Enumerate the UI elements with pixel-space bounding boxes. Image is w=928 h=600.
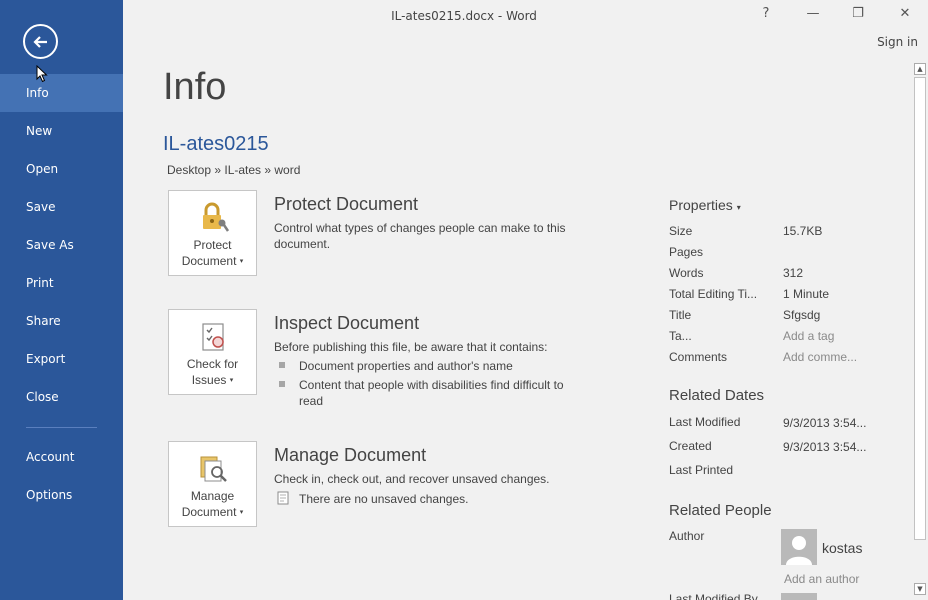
- prop-val-editing-time: 1 Minute: [783, 287, 830, 301]
- minimize-button[interactable]: —: [801, 6, 825, 21]
- protect-document-button[interactable]: Protect Document ▾: [168, 190, 257, 276]
- manage-title: Manage Document: [274, 445, 427, 465]
- back-arrow-icon: [32, 35, 47, 48]
- lock-key-icon: [202, 202, 229, 232]
- manage-button-label: Manage Document ▾: [181, 489, 244, 519]
- prop-key-size: Size: [669, 224, 693, 238]
- prop-key-words: Words: [669, 266, 704, 280]
- document-note-icon: [277, 491, 289, 505]
- page-title: Info: [163, 66, 227, 108]
- scroll-up-icon[interactable]: ▲: [914, 63, 926, 75]
- nav-new[interactable]: New: [0, 112, 123, 150]
- prop-val-size: 15.7KB: [783, 224, 823, 238]
- bullet-icon: [279, 381, 285, 387]
- dropdown-caret-icon: ▾: [229, 376, 234, 384]
- document-path: Desktop » IL-ates » word: [167, 163, 301, 177]
- properties-heading[interactable]: Properties ▾: [669, 197, 741, 213]
- manage-document-button[interactable]: Manage Document ▾: [168, 441, 257, 527]
- prop-val-title[interactable]: Sfgsdg: [783, 308, 820, 322]
- prop-key-pages: Pages: [669, 245, 704, 259]
- back-button[interactable]: [23, 24, 58, 59]
- scroll-thumb[interactable]: [914, 77, 926, 540]
- inspect-description: Before publishing this file, be aware th…: [274, 340, 548, 354]
- mouse-cursor-icon: [36, 65, 48, 83]
- last-modified-by-key: Last Modified By: [669, 592, 758, 600]
- close-window-button[interactable]: ✕: [893, 6, 917, 21]
- manage-note: There are no unsaved changes.: [299, 492, 469, 506]
- add-comment-field[interactable]: Add comme...: [783, 350, 857, 364]
- inspect-bullet-2: Content that people with disabilities fi…: [299, 378, 564, 408]
- bullet-icon: [279, 362, 285, 368]
- manage-document-icon: [200, 456, 227, 482]
- prop-key-editing-time: Total Editing Ti...: [669, 287, 758, 301]
- author-name[interactable]: kostas: [822, 540, 862, 556]
- vertical-scrollbar[interactable]: ▲ ▼: [912, 63, 928, 600]
- restore-button[interactable]: ❐: [846, 6, 870, 21]
- sign-in-link[interactable]: Sign in: [877, 35, 918, 49]
- nav-divider: [26, 427, 97, 428]
- scroll-down-icon[interactable]: ▼: [914, 583, 926, 595]
- help-button[interactable]: ?: [754, 6, 778, 21]
- author-key: Author: [669, 529, 705, 543]
- protect-description: Control what types of changes people can…: [274, 221, 566, 251]
- inspect-title: Inspect Document: [274, 313, 420, 333]
- nav-options[interactable]: Options: [0, 476, 123, 514]
- inspect-bullet-1: Document properties and author's name: [299, 359, 513, 373]
- manage-description: Check in, check out, and recover unsaved…: [274, 472, 550, 486]
- window-title: IL-ates0215.docx - Word: [391, 9, 537, 23]
- date-val-last-modified: 9/3/2013 3:54...: [783, 416, 867, 430]
- nav-save-as[interactable]: Save As: [0, 226, 123, 264]
- nav-print[interactable]: Print: [0, 264, 123, 302]
- nav-open[interactable]: Open: [0, 150, 123, 188]
- check-for-issues-button[interactable]: Check for Issues ▾: [168, 309, 257, 395]
- related-dates-heading: Related Dates: [669, 387, 765, 404]
- add-tag-field[interactable]: Add a tag: [783, 329, 834, 343]
- prop-key-comments: Comments: [669, 350, 728, 364]
- prop-key-tags: Ta...: [669, 329, 692, 343]
- prop-val-words: 312: [783, 266, 804, 280]
- protect-button-label: Protect Document ▾: [181, 238, 244, 268]
- protect-title: Protect Document: [274, 194, 419, 214]
- date-key-last-printed: Last Printed: [669, 463, 734, 477]
- dropdown-caret-icon: ▾: [239, 257, 244, 265]
- person-icon: [786, 536, 812, 565]
- nav-share[interactable]: Share: [0, 302, 123, 340]
- check-issues-button-label: Check for Issues ▾: [186, 357, 239, 387]
- date-key-created: Created: [669, 439, 712, 453]
- related-people-heading: Related People: [669, 502, 772, 519]
- add-author-link[interactable]: Add an author: [784, 572, 859, 586]
- nav-account[interactable]: Account: [0, 438, 123, 476]
- date-key-last-modified: Last Modified: [669, 415, 741, 429]
- modifier-avatar[interactable]: [781, 593, 817, 600]
- inspect-checklist-icon: [201, 323, 224, 351]
- dropdown-caret-icon: ▾: [239, 508, 244, 516]
- prop-key-title: Title: [669, 308, 692, 322]
- backstage-sidebar: Info New Open Save Save As Print Share E…: [0, 0, 123, 600]
- nav-save[interactable]: Save: [0, 188, 123, 226]
- nav-export[interactable]: Export: [0, 340, 123, 378]
- document-name: IL-ates0215: [163, 133, 269, 155]
- date-val-created: 9/3/2013 3:54...: [783, 440, 867, 454]
- nav-info[interactable]: Info: [0, 74, 123, 112]
- dropdown-caret-icon: ▾: [736, 203, 741, 212]
- nav-close[interactable]: Close: [0, 378, 123, 416]
- author-avatar[interactable]: [781, 529, 817, 565]
